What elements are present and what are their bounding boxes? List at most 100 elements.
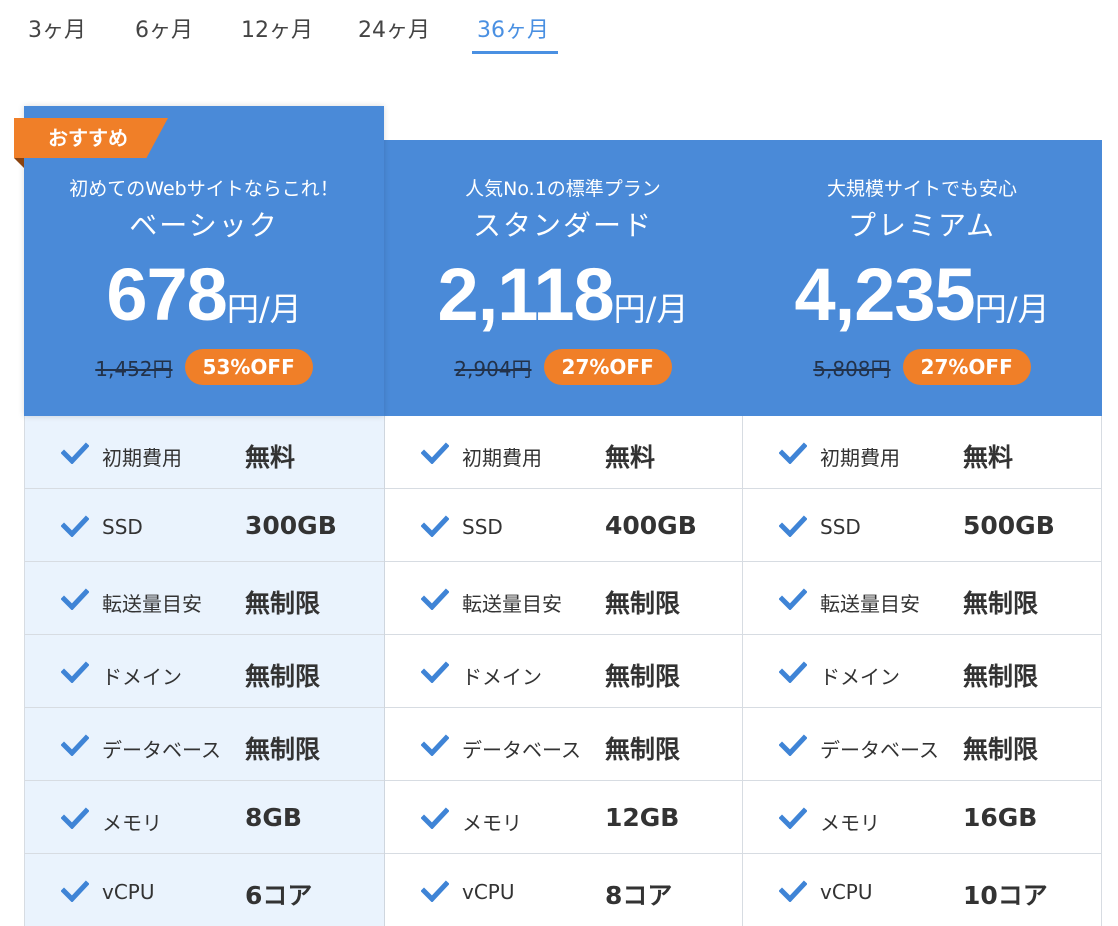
checkmark-icon [420, 880, 450, 903]
feature-value: 300GB [245, 511, 337, 540]
checkmark-icon [60, 515, 90, 538]
feature-value: 10コア [963, 881, 1048, 910]
feature-label: SSD [102, 515, 143, 539]
feature-value: 無制限 [963, 735, 1039, 764]
feature-value: 無料 [245, 443, 296, 472]
feature-row: メモリ 12GB [385, 781, 742, 854]
plan-header-standard: 人気No.1の標準プラン スタンダード 2,118円/月 2,904円 27%OF… [384, 140, 742, 416]
feature-label: データベース [102, 738, 221, 762]
feature-label: 転送量目安 [102, 592, 202, 616]
discount-badge: 27%OFF [902, 349, 1031, 385]
feature-label: vCPU [820, 880, 873, 904]
original-price: 2,904円 [454, 356, 532, 381]
checkmark-icon [420, 807, 450, 830]
plan-comparison: 初めてのWebサイトならこれ！ ベーシック 678円/月 1,452円 53%OF… [0, 0, 1118, 926]
feature-label: ドメイン [462, 665, 542, 689]
price-unit: 円/月 [613, 290, 689, 328]
feature-value: 無制限 [605, 662, 681, 691]
checkmark-icon [420, 515, 450, 538]
features-premium: 初期費用 無料 SSD 500GB 転送量目安 無制限 ドメイン 無制限 データベース 無制限 メモ… [743, 416, 1102, 926]
feature-value: 無料 [963, 443, 1014, 472]
original-price: 1,452円 [95, 356, 173, 381]
feature-label: 転送量目安 [462, 592, 562, 616]
feature-row: SSD 300GB [25, 489, 384, 562]
feature-value: 無制限 [963, 662, 1039, 691]
feature-row: SSD 500GB [743, 489, 1102, 562]
feature-label: メモリ [820, 811, 880, 835]
checkmark-icon [778, 734, 808, 757]
plan-name: ベーシック [129, 209, 279, 242]
price-unit: 円/月 [226, 290, 302, 328]
feature-label: vCPU [102, 880, 155, 904]
feature-row: 転送量目安 無制限 [743, 562, 1102, 635]
feature-row: 初期費用 無料 [385, 416, 742, 489]
feature-row: 初期費用 無料 [25, 416, 384, 489]
feature-label: 初期費用 [102, 446, 182, 470]
checkmark-icon [60, 880, 90, 903]
feature-value: 8コア [605, 881, 673, 910]
recommend-ribbon: おすすめ [14, 118, 168, 158]
plan-tagline: 人気No.1の標準プラン [465, 178, 661, 200]
checkmark-icon [778, 807, 808, 830]
price: 2,118円/月 [384, 252, 742, 337]
plan-name: スタンダード [472, 209, 653, 242]
checkmark-icon [778, 442, 808, 465]
price-unit: 円/月 [974, 290, 1050, 328]
feature-label: SSD [462, 515, 503, 539]
feature-value: 無制限 [605, 589, 681, 618]
feature-row: メモリ 16GB [743, 781, 1102, 854]
feature-row: vCPU 6コア [25, 854, 384, 926]
feature-label: メモリ [102, 811, 162, 835]
plan-tagline: 初めてのWebサイトならこれ！ [69, 178, 339, 200]
discount-badge: 53%OFF [184, 349, 313, 385]
checkmark-icon [420, 588, 450, 611]
feature-label: ドメイン [102, 665, 182, 689]
feature-label: 転送量目安 [820, 592, 920, 616]
feature-value: 12GB [605, 803, 680, 832]
feature-row: SSD 400GB [385, 489, 742, 562]
checkmark-icon [60, 442, 90, 465]
plan-header-premium: 大規模サイトでも安心 プレミアム 4,235円/月 5,808円 27%OFF [742, 140, 1102, 416]
feature-row: vCPU 10コア [743, 854, 1102, 926]
checkmark-icon [420, 661, 450, 684]
price-amount: 4,235 [794, 253, 976, 336]
discount-row: 1,452円 53%OFF [24, 349, 384, 385]
feature-value: 6コア [245, 881, 313, 910]
feature-row: ドメイン 無制限 [25, 635, 384, 708]
feature-row: データベース 無制限 [25, 708, 384, 781]
feature-row: 初期費用 無料 [743, 416, 1102, 489]
checkmark-icon [60, 661, 90, 684]
features-basic: 初期費用 無料 SSD 300GB 転送量目安 無制限 ドメイン 無制限 データベース 無制限 メモ… [25, 416, 385, 926]
feature-row: データベース 無制限 [385, 708, 742, 781]
feature-row: データベース 無制限 [743, 708, 1102, 781]
original-price: 5,808円 [813, 356, 891, 381]
feature-label: vCPU [462, 880, 515, 904]
feature-label: データベース [462, 738, 581, 762]
feature-value: 500GB [963, 511, 1055, 540]
feature-value: 無制限 [245, 589, 321, 618]
ribbon-fold [14, 158, 24, 168]
discount-badge: 27%OFF [543, 349, 672, 385]
features-standard: 初期費用 無料 SSD 400GB 転送量目安 無制限 ドメイン 無制限 データベース 無制限 メモ… [385, 416, 743, 926]
feature-label: ドメイン [820, 665, 900, 689]
checkmark-icon [60, 734, 90, 757]
feature-label: データベース [820, 738, 939, 762]
feature-value: 無制限 [245, 735, 321, 764]
feature-value: 16GB [963, 803, 1038, 832]
plan-tagline: 大規模サイトでも安心 [826, 178, 1017, 200]
feature-label: 初期費用 [820, 446, 900, 470]
discount-row: 5,808円 27%OFF [742, 349, 1102, 385]
plan-name: プレミアム [847, 209, 997, 242]
feature-row: vCPU 8コア [385, 854, 742, 926]
features-table: 初期費用 無料 SSD 300GB 転送量目安 無制限 ドメイン 無制限 データベース 無制限 メモ… [24, 416, 1102, 926]
feature-value: 無制限 [605, 735, 681, 764]
feature-row: 転送量目安 無制限 [385, 562, 742, 635]
checkmark-icon [60, 588, 90, 611]
feature-row: メモリ 8GB [25, 781, 384, 854]
checkmark-icon [778, 515, 808, 538]
feature-label: SSD [820, 515, 861, 539]
checkmark-icon [778, 588, 808, 611]
price: 678円/月 [24, 252, 384, 337]
price-amount: 678 [106, 253, 227, 336]
feature-row: ドメイン 無制限 [385, 635, 742, 708]
